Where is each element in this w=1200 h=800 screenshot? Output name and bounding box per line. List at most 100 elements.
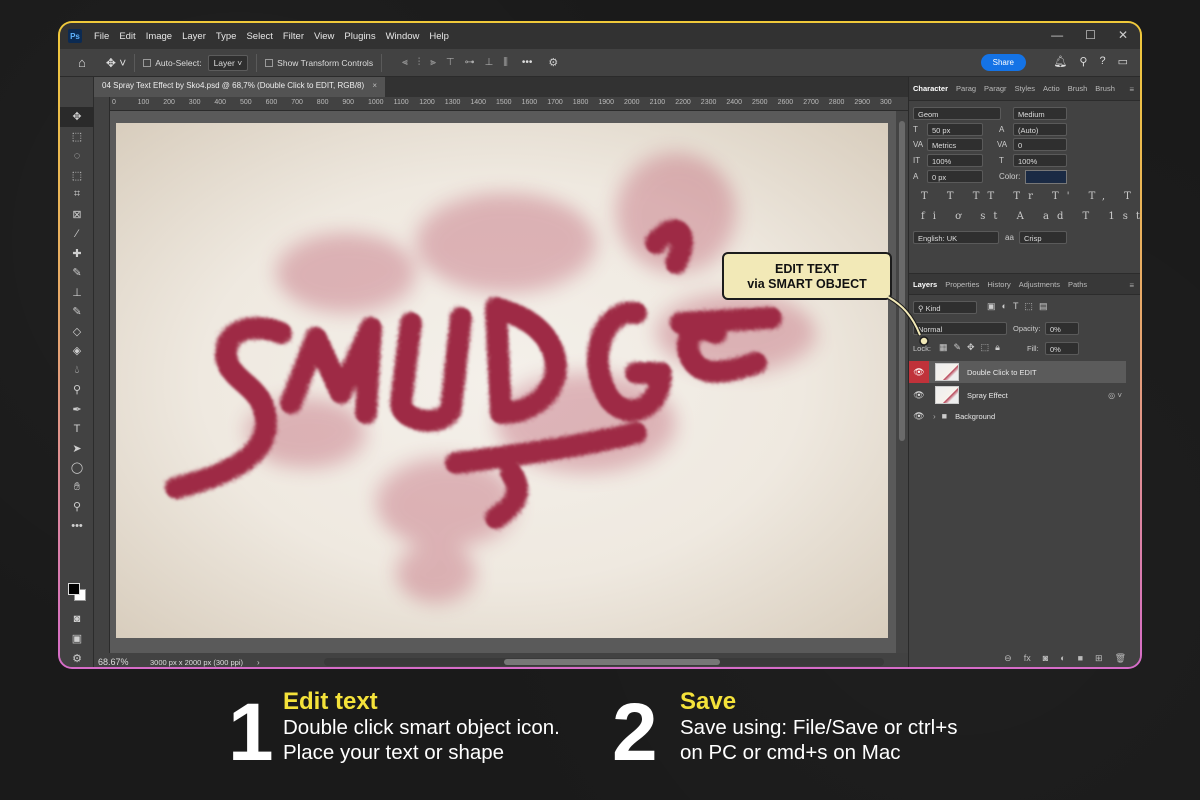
document-tab[interactable]: 04 Spray Text Effect by Sko4.psd @ 68,7%… (94, 77, 386, 97)
fx-icon[interactable]: fx (1024, 653, 1031, 663)
search-icon[interactable]: ⚲ (1079, 55, 1087, 68)
link-layers-icon[interactable]: ⊖ (1004, 653, 1012, 664)
adjustment-layer-icon[interactable]: ◐ (1060, 653, 1065, 663)
home-icon[interactable]: ⌂ (78, 55, 86, 70)
shape-tool-icon[interactable]: ◯ (60, 458, 94, 478)
zoom-level[interactable]: 68.67% (98, 657, 146, 667)
settings-gear-icon[interactable]: ⚙ (548, 56, 558, 69)
tracking-field[interactable]: 0 (1013, 138, 1067, 151)
maximize-icon[interactable]: ☐ (1085, 28, 1096, 42)
lock-icons[interactable]: ▦✎✥⬚🔒︎ (939, 342, 1006, 353)
filter-icons[interactable]: ▣◐T⬚▤ (987, 301, 1053, 312)
tab-paths[interactable]: Paths (1064, 280, 1091, 289)
add-mask-icon[interactable]: ◙ (1043, 653, 1048, 663)
vertical-scale-field[interactable]: 100% (927, 154, 983, 167)
auto-select-dropdown[interactable]: Layer ˅ (207, 54, 249, 71)
frame-tool-icon[interactable]: ⊠ (60, 205, 94, 225)
font-size-field[interactable]: 50 px (927, 123, 983, 136)
stamp-tool-icon[interactable]: ⊥ (60, 283, 94, 303)
layers-menu-icon[interactable]: ≡ (1129, 281, 1134, 290)
opentype-buttons[interactable]: fi ơ st A ad T 1st ½ (921, 211, 1140, 222)
workspace-icon[interactable]: ▭ (1118, 55, 1128, 68)
paint-bucket-tool-icon[interactable]: ◈ (60, 341, 94, 361)
menu-filter[interactable]: Filter (283, 31, 304, 42)
panel-menu-icon[interactable]: ≡ (1129, 85, 1134, 94)
horizontal-scroll-thumb[interactable] (504, 659, 720, 665)
brush-tool-icon[interactable]: ✎ (60, 263, 94, 283)
horizontal-scale-field[interactable]: 100% (1013, 154, 1067, 167)
language-select[interactable]: English: UK (913, 231, 999, 244)
type-style-buttons[interactable]: T T TT Tr T' T, T T (921, 191, 1140, 202)
history-brush-tool-icon[interactable]: ✎ (60, 302, 94, 322)
menu-image[interactable]: Image (146, 31, 172, 42)
path-select-tool-icon[interactable]: ➤ (60, 439, 94, 459)
visibility-eye-icon[interactable]: 👁︎ (909, 390, 929, 401)
foreground-color-swatch[interactable] (68, 583, 80, 595)
tab-brush[interactable]: Brush (1064, 84, 1092, 93)
quick-mask-icon[interactable]: ◙ (60, 609, 94, 629)
more-tools-icon[interactable]: ••• (60, 517, 94, 537)
align-middle-icon[interactable]: ⊶ (465, 57, 475, 68)
status-menu-arrow[interactable]: › (257, 658, 260, 667)
new-layer-icon[interactable]: ⊞ (1095, 653, 1103, 664)
fill-field[interactable]: 0% (1045, 342, 1079, 355)
show-transform-checkbox[interactable] (265, 58, 274, 67)
auto-select-checkbox[interactable] (143, 58, 152, 67)
menu-view[interactable]: View (314, 31, 334, 42)
eyedropper-tool-icon[interactable]: ⁄ (60, 224, 94, 244)
tab-actions[interactable]: Actio (1039, 84, 1064, 93)
menu-edit[interactable]: Edit (119, 31, 135, 42)
leading-field[interactable]: (Auto) (1013, 123, 1067, 136)
align-center-icon[interactable]: ⫶ (418, 57, 421, 68)
layer-row[interactable]: 👁︎ › ■ Background (909, 406, 1126, 426)
tab-character[interactable]: Character (909, 84, 952, 93)
text-color-swatch[interactable] (1025, 170, 1067, 184)
tab-styles[interactable]: Styles (1011, 84, 1039, 93)
eraser-tool-icon[interactable]: ◇ (60, 322, 94, 342)
tab-paragraph[interactable]: Parag (952, 84, 980, 93)
close-icon[interactable]: ✕ (1118, 28, 1128, 42)
align-right-icon[interactable]: ⫸ (430, 57, 436, 68)
layer-thumbnail[interactable] (935, 386, 959, 404)
marquee-tool-icon[interactable]: ⬚ (60, 127, 94, 147)
tab-paragraph-styles[interactable]: Paragr (980, 84, 1011, 93)
blur-tool-icon[interactable]: 💧︎ (60, 361, 94, 381)
layer-row[interactable]: 👁︎ Double Click to EDIT (909, 361, 1126, 383)
crop-tool-icon[interactable]: ⌗ (60, 185, 94, 205)
menu-help[interactable]: Help (429, 31, 449, 42)
vertical-scrollbar[interactable] (896, 111, 908, 653)
menu-plugins[interactable]: Plugins (344, 31, 375, 42)
document-canvas[interactable] (116, 123, 888, 638)
tab-history[interactable]: History (983, 280, 1014, 289)
antialias-select[interactable]: Crisp (1019, 231, 1067, 244)
layer-effects-icon[interactable]: ◎ ˅ (1108, 391, 1122, 400)
move-tool-icon[interactable]: ✥ (60, 107, 94, 127)
tab-adjustments[interactable]: Adjustments (1015, 280, 1064, 289)
hand-tool-icon[interactable]: ✋︎ (60, 478, 94, 498)
edit-toolbar-icon[interactable]: ⚙ (60, 649, 94, 667)
font-style-select[interactable]: Medium (1013, 107, 1067, 120)
lasso-tool-icon[interactable]: ◌ (60, 146, 94, 166)
minimize-icon[interactable]: — (1051, 28, 1063, 42)
screen-mode-icon[interactable]: ▣ (60, 629, 94, 649)
object-select-tool-icon[interactable]: ⬚ (60, 166, 94, 186)
menu-window[interactable]: Window (386, 31, 420, 42)
canvas-area[interactable] (110, 111, 896, 653)
font-family-select[interactable]: Geom (913, 107, 1001, 120)
zoom-tool-icon[interactable]: ⚲ (60, 497, 94, 517)
smart-object-thumbnail[interactable] (935, 363, 959, 381)
expand-chevron-icon[interactable]: › (933, 412, 936, 421)
help-icon[interactable]: ? (1099, 55, 1105, 68)
new-group-icon[interactable]: ■ (1078, 653, 1083, 663)
horizontal-scrollbar[interactable] (324, 658, 884, 666)
visibility-eye-icon[interactable]: 👁︎ (909, 361, 929, 383)
tab-layers[interactable]: Layers (909, 280, 941, 289)
layer-row[interactable]: 👁︎ Spray Effect ◎ ˅ (909, 384, 1126, 406)
kerning-field[interactable]: Metrics (927, 138, 983, 151)
pen-tool-icon[interactable]: ✒ (60, 400, 94, 420)
share-button[interactable]: Share (980, 54, 1026, 71)
tab-brush-settings[interactable]: Brush (1091, 84, 1119, 93)
dodge-tool-icon[interactable]: ⚲ (60, 380, 94, 400)
align-bottom-icon[interactable]: ⊥ (485, 57, 494, 68)
vertical-scroll-thumb[interactable] (899, 121, 905, 441)
